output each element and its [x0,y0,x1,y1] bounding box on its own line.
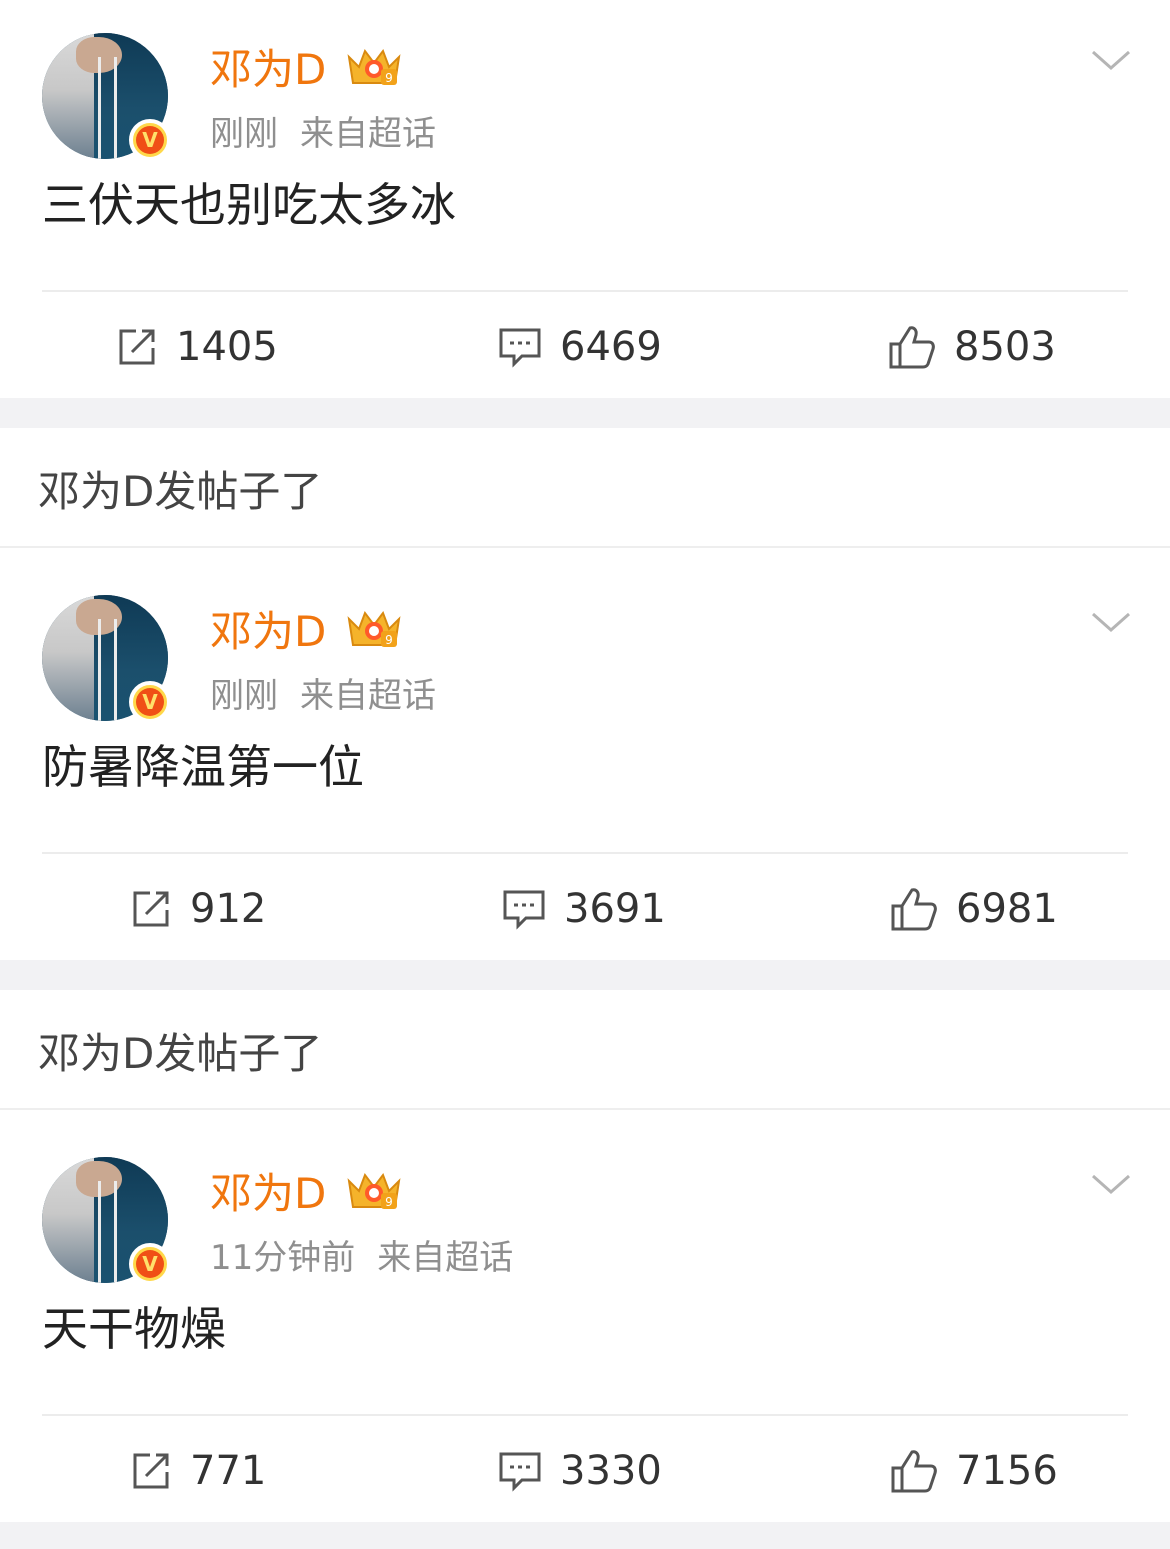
comment-count: 6469 [560,324,662,370]
post-header: V 邓为D 9 11分钟前 来自超话 [0,1110,1170,1285]
comment-button[interactable]: 3691 [502,884,666,934]
post-card: V 邓为D 9 刚刚 来自超话 三伏天也别吃太多冰 1405 6469 8503 [0,0,1170,398]
post-source[interactable]: 来自超话 [300,114,436,154]
post-body-text[interactable]: 三伏天也别吃太多冰 [42,170,1170,290]
repost-icon [133,1453,169,1489]
username[interactable]: 邓为D [210,604,326,660]
post-body-text[interactable]: 天干物燥 [42,1294,1170,1414]
crown-badge-icon[interactable]: 9 [345,605,403,651]
notice-text: 邓为D发帖子了 [38,467,323,516]
action-bar: 771 3330 7156 [0,1416,1170,1522]
repost-icon [133,891,169,927]
verified-badge-icon: V [129,119,171,161]
feed-separator [0,398,1170,428]
post-header: V 邓为D 9 刚刚 来自超话 [0,548,1170,723]
repost-count: 771 [190,1448,267,1494]
username[interactable]: 邓为D [210,1166,326,1222]
post-card: V 邓为D 9 刚刚 来自超话 防暑降温第一位 912 3691 6981 [0,548,1170,960]
comment-count: 3691 [564,886,666,932]
like-count: 7156 [956,1448,1058,1494]
repost-button[interactable]: 1405 [116,322,278,372]
action-bar: 1405 6469 8503 [0,292,1170,398]
post-meta: 刚刚 来自超话 [210,110,436,158]
repost-count: 1405 [176,324,278,370]
comment-icon [499,1452,541,1492]
repost-icon [119,329,155,365]
post-meta: 11分钟前 来自超话 [210,1234,513,1282]
crown-badge-icon[interactable]: 9 [345,1167,403,1213]
comment-button[interactable]: 3330 [498,1446,662,1496]
feed-separator [0,960,1170,990]
repost-count: 912 [190,886,267,932]
thumbs-up-icon [891,888,937,931]
feed-notice[interactable]: 邓为D发帖子了 [0,990,1170,1110]
comment-count: 3330 [560,1448,662,1494]
svg-text:9: 9 [385,71,393,85]
comment-button[interactable]: 6469 [498,322,662,372]
verified-badge-icon: V [129,1243,171,1285]
like-count: 6981 [956,886,1058,932]
thumbs-up-icon [889,326,935,369]
post-header: V 邓为D 9 刚刚 来自超话 [0,0,1170,170]
weibo-feed-screen: V 邓为D 9 刚刚 来自超话 三伏天也别吃太多冰 1405 6469 8503… [0,0,1170,1549]
post-time: 刚刚 [210,676,278,716]
post-time: 11分钟前 [210,1238,356,1278]
like-button[interactable]: 6981 [890,884,1058,934]
like-count: 8503 [954,324,1056,370]
comment-icon [503,890,545,930]
repost-button[interactable]: 771 [130,1446,266,1496]
repost-button[interactable]: 912 [130,884,266,934]
username[interactable]: 邓为D [210,42,326,98]
chevron-down-icon[interactable] [1090,1168,1132,1198]
post-body-text[interactable]: 防暑降温第一位 [42,732,1170,852]
thumbs-up-icon [891,1450,937,1493]
crown-badge-icon[interactable]: 9 [345,43,403,89]
chevron-down-icon[interactable] [1090,606,1132,636]
notice-text: 邓为D发帖子了 [38,1029,323,1078]
post-card: V 邓为D 9 11分钟前 来自超话 天干物燥 771 3330 7156 [0,1110,1170,1522]
verified-badge-icon: V [129,681,171,723]
post-meta: 刚刚 来自超话 [210,672,436,720]
feed-notice[interactable]: 邓为D发帖子了 [0,428,1170,548]
chevron-down-icon[interactable] [1090,44,1132,74]
post-source[interactable]: 来自超话 [300,676,436,716]
post-time: 刚刚 [210,114,278,154]
action-bar: 912 3691 6981 [0,854,1170,960]
like-button[interactable]: 8503 [888,322,1056,372]
svg-text:9: 9 [385,633,393,647]
feed-separator [0,1522,1170,1549]
comment-icon [499,328,541,368]
like-button[interactable]: 7156 [890,1446,1058,1496]
post-source[interactable]: 来自超话 [377,1238,513,1278]
svg-text:9: 9 [385,1195,393,1209]
